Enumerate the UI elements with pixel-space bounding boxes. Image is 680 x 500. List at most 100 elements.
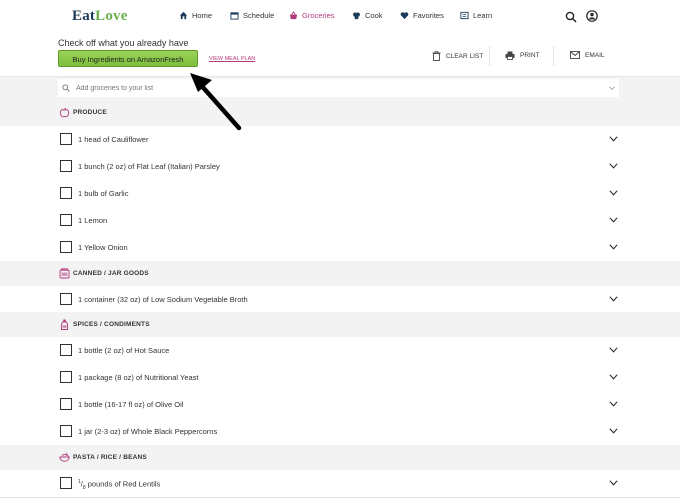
apple-icon <box>59 107 70 118</box>
top-nav: EatLove Home Schedule Groceries Cook Fav… <box>0 0 680 35</box>
logo-text-love: Love <box>95 8 128 24</box>
item-text: 1 package (8 oz) of Nutritional Yeast <box>78 373 199 382</box>
category-canned-jar-goods: CANNED / JAR GOODS <box>0 261 680 287</box>
nav-groceries[interactable]: Groceries <box>289 11 335 20</box>
list-item: 1 Yellow Onion <box>0 234 680 262</box>
toolbar-divider <box>489 46 490 66</box>
category-label: PRODUCE <box>73 109 107 116</box>
chevron-down-icon[interactable] <box>609 296 618 302</box>
print-label: PRINT <box>520 52 540 59</box>
jar-icon <box>59 268 70 279</box>
nav-groceries-label: Groceries <box>302 11 335 20</box>
annotation-arrow-icon <box>190 73 242 131</box>
view-meal-plan-link[interactable]: VIEW MEAL PLAN <box>209 56 255 62</box>
item-text: 1 bottle (16-17 fl oz) of Olive Oil <box>78 400 184 409</box>
heart-icon <box>400 12 409 20</box>
item-text: 1 Lemon <box>78 216 108 225</box>
nav-favorites-label: Favorites <box>413 11 444 20</box>
list-item: 1 bunch (2 oz) of Flat Leaf (Italian) Pa… <box>0 153 680 181</box>
logo-text-eat: Eat <box>72 8 96 24</box>
calendar-icon <box>230 12 239 20</box>
nav-favorites[interactable]: Favorites <box>400 11 444 20</box>
item-checkbox[interactable] <box>60 241 72 253</box>
category-pasta-rice-beans: PASTA / RICE / BEANS <box>0 445 680 471</box>
item-checkbox[interactable] <box>60 344 72 356</box>
list-item: 1 bottle (16-17 fl oz) of Olive Oil <box>0 391 680 419</box>
toolbar-divider <box>553 46 554 66</box>
category-label: PASTA / RICE / BEANS <box>73 454 147 461</box>
list-item: 1 Lemon <box>0 207 680 235</box>
chevron-down-icon[interactable] <box>609 347 618 353</box>
item-checkbox[interactable] <box>60 133 72 145</box>
item-checkbox[interactable] <box>60 398 72 410</box>
list-item: 1 package (8 oz) of Nutritional Yeast <box>0 364 680 392</box>
item-checkbox[interactable] <box>60 293 72 305</box>
printer-icon <box>505 51 515 60</box>
item-checkbox[interactable] <box>60 477 72 489</box>
nav-learn[interactable]: Learn <box>460 11 492 20</box>
item-checkbox[interactable] <box>60 371 72 383</box>
item-checkbox[interactable] <box>60 214 72 226</box>
nav-home-label: Home <box>192 11 213 20</box>
print-button[interactable]: PRINT <box>505 51 540 60</box>
clear-list-button[interactable]: CLEAR LIST <box>432 51 483 61</box>
search-icon <box>62 84 70 92</box>
list-item: 1 jar (2-3 oz) of Whole Black Peppercorn… <box>0 418 680 446</box>
buy-on-amazonfresh-button[interactable]: Buy Ingredients on AmazonFresh <box>58 50 198 67</box>
item-text: 1 Yellow Onion <box>78 243 128 252</box>
chevron-down-icon[interactable] <box>609 480 618 486</box>
item-checkbox[interactable] <box>60 425 72 437</box>
basket-icon <box>289 11 298 20</box>
list-item: 1 bulb of Garlic <box>0 180 680 208</box>
email-button[interactable]: EMAIL <box>570 51 605 59</box>
list-item: 1/8 pounds of Red Lentils <box>0 470 680 498</box>
category-label: SPICES / CONDIMENTS <box>73 321 150 328</box>
chevron-down-icon[interactable] <box>609 428 618 434</box>
home-icon <box>179 11 188 20</box>
nav-learn-label: Learn <box>473 11 493 20</box>
chevron-down-icon[interactable] <box>609 217 618 223</box>
list-item: 1 container (32 oz) of Low Sodium Vegeta… <box>0 286 680 314</box>
bowl-icon <box>59 452 70 462</box>
chevron-down-icon[interactable] <box>609 190 618 196</box>
item-checkbox[interactable] <box>60 160 72 172</box>
item-text: 1/8 pounds of Red Lentils <box>78 479 161 491</box>
nav-schedule-label: Schedule <box>243 11 275 20</box>
email-label: EMAIL <box>585 51 605 59</box>
envelope-icon <box>570 51 580 59</box>
item-text: 1 bulb of Garlic <box>78 189 129 198</box>
item-text: 1 head of Cauliflower <box>78 135 149 144</box>
category-produce: PRODUCE <box>0 100 680 126</box>
category-label: CANNED / JAR GOODS <box>73 270 149 277</box>
fraction-numerator: 1 <box>78 479 81 485</box>
chevron-down-icon[interactable] <box>609 374 618 380</box>
chevron-down-icon[interactable] <box>609 163 618 169</box>
fraction-denominator: 8 <box>82 485 86 491</box>
user-account-icon[interactable] <box>586 10 598 22</box>
list-item: 1 bottle (2 oz) of Hot Sauce <box>0 337 680 365</box>
nav-schedule[interactable]: Schedule <box>230 11 274 20</box>
category-spices-condiments: SPICES / CONDIMENTS <box>0 312 680 338</box>
chevron-down-icon[interactable] <box>609 244 618 250</box>
chef-hat-icon <box>353 12 360 20</box>
chevron-down-icon[interactable] <box>609 401 618 407</box>
item-text: 1 container (32 oz) of Low Sodium Vegeta… <box>78 295 248 304</box>
chevron-down-icon[interactable] <box>609 136 618 142</box>
item-text: 1 bottle (2 oz) of Hot Sauce <box>78 346 170 355</box>
item-checkbox[interactable] <box>60 187 72 199</box>
condiment-bottle-icon <box>61 319 68 330</box>
search-icon[interactable] <box>565 11 577 23</box>
trash-icon <box>432 51 441 61</box>
checkoff-heading: Check off what you already have <box>58 38 189 48</box>
add-groceries-box[interactable] <box>58 79 619 97</box>
book-icon <box>460 11 469 20</box>
nav-home[interactable]: Home <box>179 11 212 20</box>
add-groceries-input[interactable] <box>76 79 596 97</box>
eatlove-logo[interactable]: EatLove <box>72 8 128 25</box>
list-item: 1 head of Cauliflower <box>0 126 680 154</box>
nav-cook-label: Cook <box>365 11 383 20</box>
nav-cook[interactable]: Cook <box>352 11 383 20</box>
chevron-down-icon[interactable] <box>609 85 615 91</box>
item-text: 1 jar (2-3 oz) of Whole Black Peppercorn… <box>78 427 218 436</box>
item-text: 1 bunch (2 oz) of Flat Leaf (Italian) Pa… <box>78 162 220 171</box>
